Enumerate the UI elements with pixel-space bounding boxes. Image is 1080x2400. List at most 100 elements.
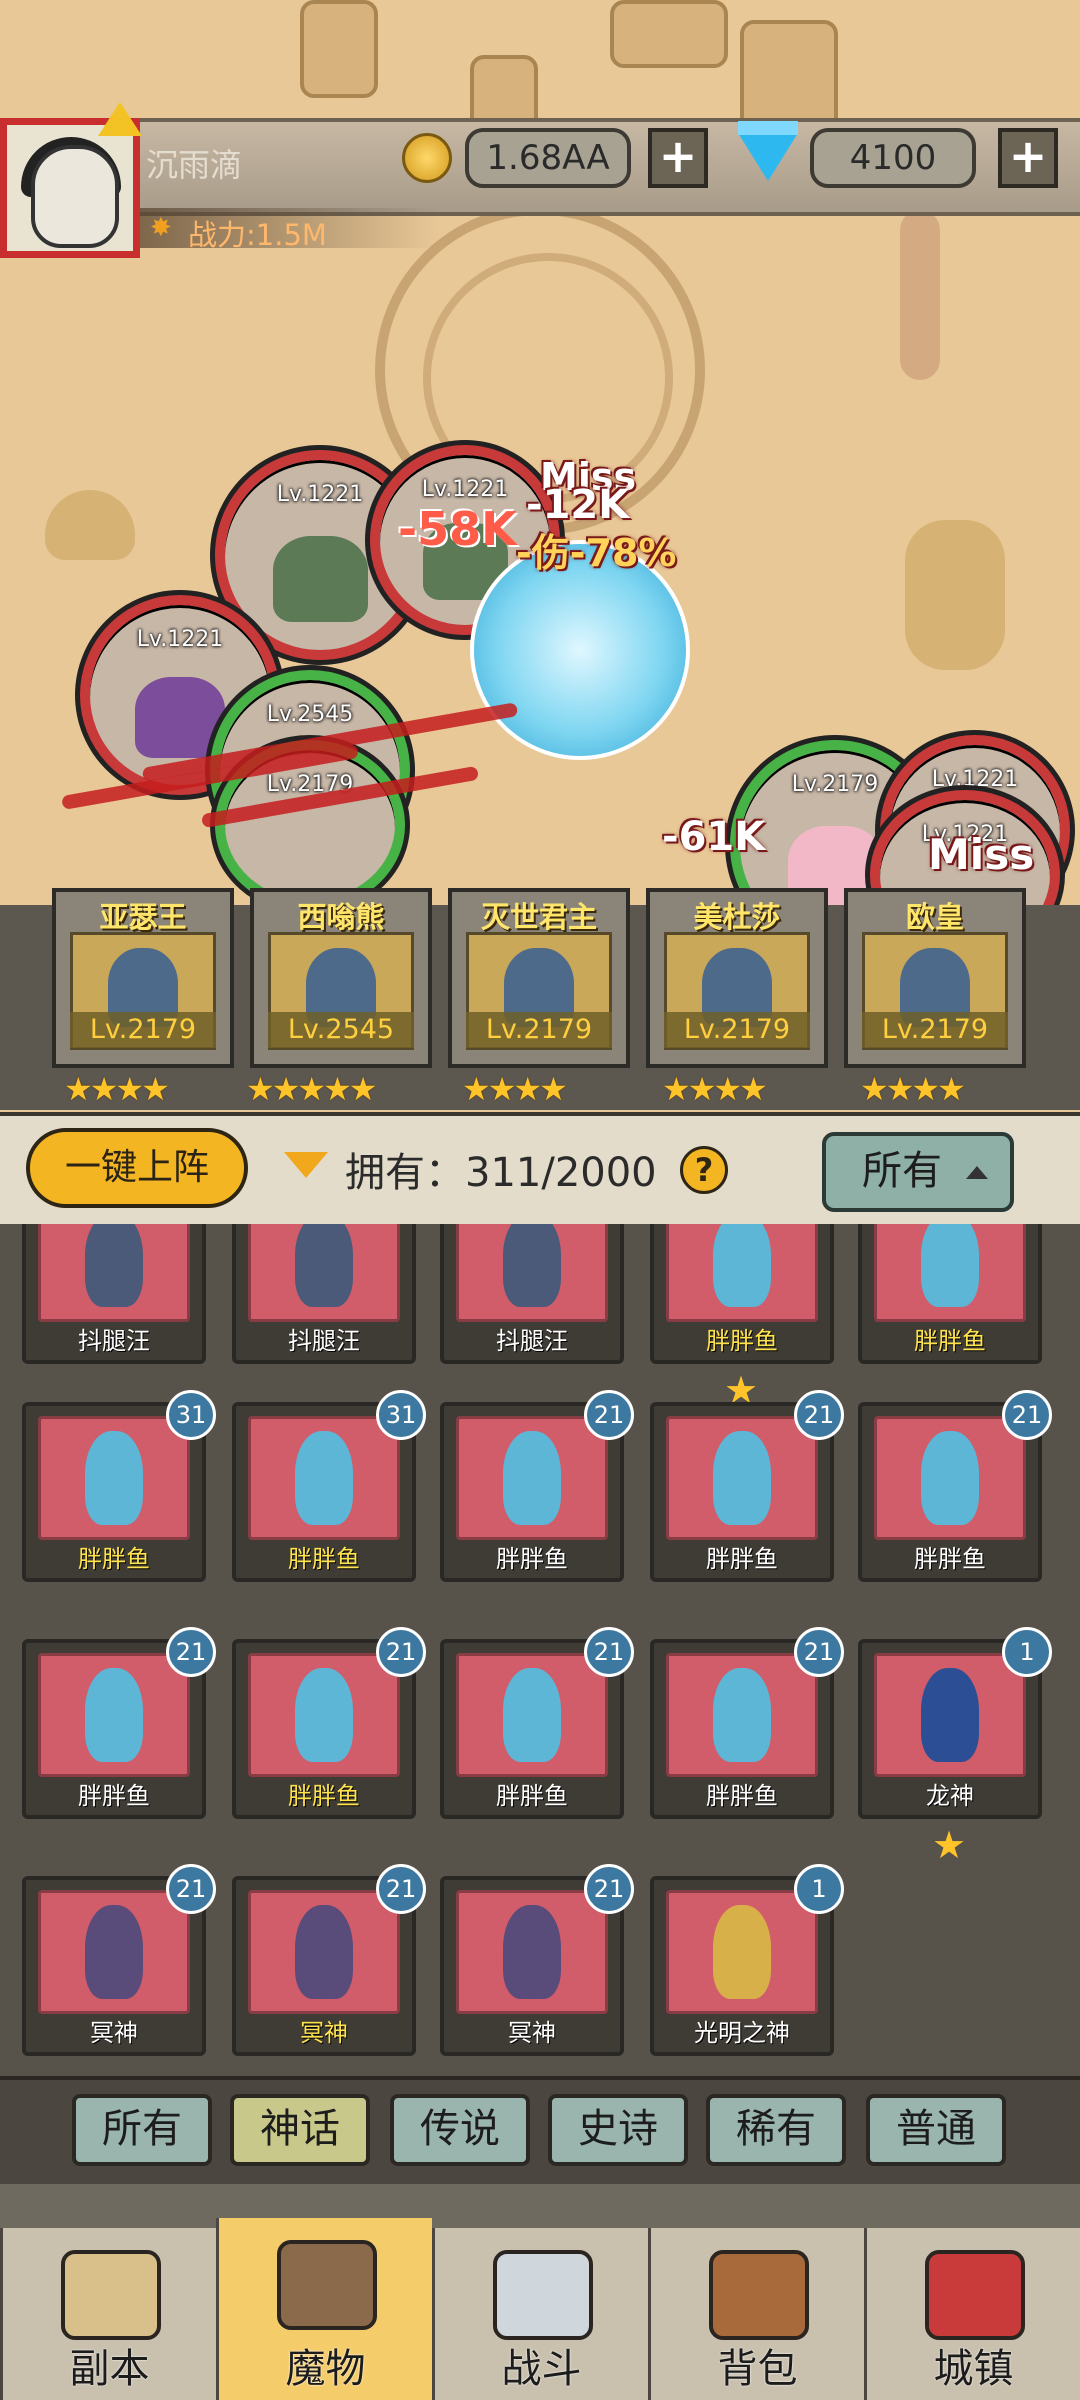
diamond-icon (738, 121, 798, 181)
star-icon: ★ (932, 1823, 967, 1867)
monster-portrait (38, 1890, 190, 2014)
monster-card[interactable]: 胖胖鱼 21 (650, 1627, 844, 1819)
monster-portrait (666, 1890, 818, 2014)
nav-label: 背包 (717, 2346, 798, 2392)
level-badge: 21 (1002, 1390, 1052, 1440)
monster-card[interactable]: 抖腿汪 (440, 1224, 624, 1364)
monster-grid[interactable]: 抖腿汪 抖腿汪 抖腿汪 胖胖鱼 ★ 胖胖鱼 胖胖鱼 31 胖胖鱼 31 胖胖鱼 21 胖胖鱼 21 胖胖鱼 2… (0, 1224, 1080, 2076)
rarity-tab[interactable]: 稀有 (706, 2094, 846, 2166)
monster-name: 胖胖鱼 (706, 1545, 778, 1573)
monster-portrait (248, 1653, 400, 1777)
monster-card[interactable]: 胖胖鱼 21 (232, 1627, 426, 1819)
sort-arrow-icon[interactable] (284, 1152, 328, 1178)
monster-name: 胖胖鱼 (706, 1327, 778, 1355)
monster-card[interactable]: 胖胖鱼 31 (232, 1390, 426, 1582)
monster-card[interactable]: 龙神 1 ★ (858, 1627, 1052, 1867)
helmet-icon (277, 2240, 377, 2330)
rarity-tab[interactable]: 传说 (390, 2094, 530, 2166)
monster-name: 冥神 (300, 2019, 348, 2047)
monster-name: 胖胖鱼 (706, 1782, 778, 1810)
monster-card[interactable]: 抖腿汪 (22, 1224, 206, 1364)
rarity-tab[interactable]: 普通 (866, 2094, 1006, 2166)
team-member-name: 灭世君主 (480, 900, 597, 934)
nav-label: 魔物 (285, 2346, 366, 2392)
monster-name: 胖胖鱼 (288, 1782, 360, 1810)
monster-card[interactable]: 胖胖鱼 (858, 1224, 1042, 1364)
monster-card[interactable]: 胖胖鱼 21 (440, 1390, 634, 1582)
team-member-card[interactable]: 欧皇 Lv.2179 (844, 888, 1026, 1068)
add-gold-button[interactable]: + (648, 128, 708, 188)
unit-level: Lv.2545 (266, 702, 354, 727)
combat-power: 战力:1.5M (188, 218, 327, 252)
unit-level: Lv.1221 (931, 767, 1019, 792)
filter-dropdown[interactable]: 所有 (822, 1132, 1014, 1212)
add-diamond-button[interactable]: + (998, 128, 1058, 188)
monster-name: 冥神 (508, 2019, 556, 2047)
level-badge: 31 (166, 1390, 216, 1440)
monster-card[interactable]: 胖胖鱼 31 (22, 1390, 216, 1582)
monster-portrait (38, 1224, 190, 1322)
team-member-card[interactable]: 西嗡熊 Lv.2545 (250, 888, 432, 1068)
crossed-swords-icon (493, 2250, 593, 2340)
monster-name: 龙神 (926, 1782, 974, 1810)
monster-portrait (38, 1416, 190, 1540)
monster-card[interactable]: 冥神 21 (232, 1864, 426, 2056)
monster-card[interactable]: 冥神 21 (440, 1864, 634, 2056)
monster-portrait (874, 1416, 1026, 1540)
monster-card[interactable]: 胖胖鱼 21 (22, 1627, 216, 1819)
monster-card[interactable]: 冥神 21 (22, 1864, 216, 2056)
nav-shop[interactable]: 城镇 (864, 2228, 1080, 2400)
goblin-warrior-figure (272, 536, 368, 622)
cactus-decoration (900, 210, 940, 380)
monster-portrait (456, 1224, 608, 1322)
team-member-name: 西嗡熊 (297, 900, 385, 934)
rock-decoration (610, 0, 728, 68)
monster-card[interactable]: 光明之神 1 (650, 1864, 844, 2056)
monster-card[interactable]: 胖胖鱼 21 (650, 1390, 844, 1582)
help-icon[interactable]: ? (680, 1146, 728, 1194)
team-member-card[interactable]: 灭世君主 Lv.2179 (448, 888, 630, 1068)
level-badge: 21 (376, 1864, 426, 1914)
team-member-card[interactable]: 美杜莎 Lv.2179 (646, 888, 828, 1068)
nav-crossed-swords[interactable]: 战斗 (432, 2228, 648, 2400)
level-badge: 21 (584, 1627, 634, 1677)
monster-name: 光明之神 (694, 2019, 790, 2047)
monster-name: 胖胖鱼 (496, 1782, 568, 1810)
rarity-tab[interactable]: 神话 (230, 2094, 370, 2166)
power-icon: ✸ (150, 213, 172, 243)
diamond-amount: 4100 (810, 128, 976, 188)
monster-card[interactable]: 胖胖鱼 21 (440, 1627, 634, 1819)
unit-level: Lv.1221 (421, 477, 509, 502)
player-avatar[interactable] (0, 118, 140, 258)
monster-name: 抖腿汪 (78, 1327, 150, 1355)
damage-number: -61K (662, 814, 766, 860)
monster-name: 胖胖鱼 (496, 1545, 568, 1573)
filter-label: 所有 (862, 1148, 942, 1194)
monster-name: 胖胖鱼 (914, 1545, 986, 1573)
nav-backpack[interactable]: 背包 (648, 2228, 864, 2400)
monster-portrait (666, 1224, 818, 1322)
nav-map[interactable]: 副本 (0, 2228, 216, 2400)
caret-up-icon (966, 1166, 988, 1179)
auto-deploy-button[interactable]: 一键上阵 (26, 1128, 248, 1208)
unit-level: Lv.1221 (136, 627, 224, 652)
rarity-tab[interactable]: 史诗 (548, 2094, 688, 2166)
gold-amount: 1.68AA (465, 128, 631, 188)
monster-card[interactable]: 胖胖鱼 ★ (650, 1224, 834, 1412)
team-member-level: Lv.2545 (268, 1012, 414, 1048)
level-badge: 21 (794, 1390, 844, 1440)
team-member-card[interactable]: 亚瑟王 Lv.2179 (52, 888, 234, 1068)
team-member-level: Lv.2179 (466, 1012, 612, 1048)
level-badge: 21 (166, 1864, 216, 1914)
nav-helmet[interactable]: 魔物 (216, 2218, 432, 2400)
level-badge: 21 (584, 1390, 634, 1440)
monster-name: 胖胖鱼 (914, 1327, 986, 1355)
miss-text: Miss (928, 830, 1035, 879)
statue-decoration (905, 520, 1005, 670)
monster-card[interactable]: 抖腿汪 (232, 1224, 416, 1364)
monster-name: 冥神 (90, 2019, 138, 2047)
gold-coin-icon (402, 133, 452, 183)
player-name: 沉雨滴 (146, 146, 243, 184)
rarity-tab[interactable]: 所有 (72, 2094, 212, 2166)
monster-card[interactable]: 胖胖鱼 21 (858, 1390, 1052, 1582)
